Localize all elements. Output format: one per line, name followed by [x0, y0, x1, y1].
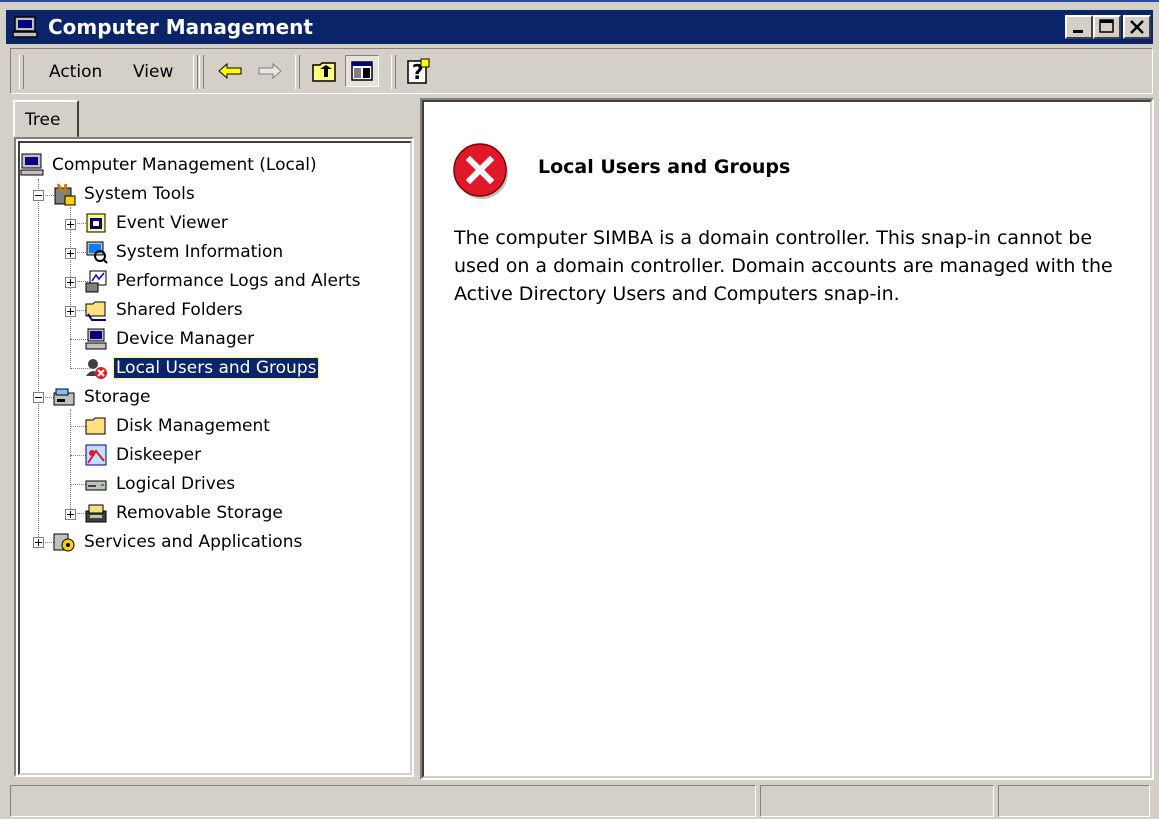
storage-icon	[52, 385, 76, 409]
status-bar-pane-3	[998, 785, 1150, 817]
toolbar-separator	[391, 55, 396, 89]
back-icon	[218, 62, 242, 80]
title-bar[interactable]: Computer Management	[6, 10, 1153, 44]
expand-toggle[interactable]	[65, 277, 76, 288]
drive-icon	[84, 472, 108, 496]
forward-button[interactable]	[253, 55, 287, 87]
diskeeper-icon	[84, 443, 108, 467]
tree-pane[interactable]: Computer Management (Local) System Tools…	[14, 137, 414, 777]
status-bar-pane-1	[10, 785, 756, 817]
toolbar-grip[interactable]	[19, 55, 24, 89]
expand-toggle[interactable]	[65, 248, 76, 259]
close-button[interactable]	[1123, 15, 1151, 39]
tab-tree[interactable]: Tree	[13, 100, 79, 138]
local-users-error-icon	[84, 356, 108, 380]
collapse-toggle[interactable]	[33, 392, 44, 403]
menu-action[interactable]: Action	[49, 62, 102, 82]
up-one-level-icon	[312, 62, 336, 82]
removable-storage-icon	[84, 501, 108, 525]
minimize-icon	[1073, 30, 1083, 33]
window-title: Computer Management	[48, 15, 313, 39]
status-bar-pane-2	[760, 785, 994, 817]
close-icon	[1130, 20, 1144, 34]
toolbar-separator	[199, 55, 204, 89]
expand-toggle[interactable]	[65, 306, 76, 317]
show-hide-tree-button[interactable]	[345, 55, 379, 87]
content-title: Local Users and Groups	[538, 156, 791, 178]
details-pane: Local Users and Groups The computer SIMB…	[420, 98, 1154, 780]
computer-icon	[12, 16, 38, 38]
forward-icon	[258, 62, 282, 80]
services-icon	[52, 530, 76, 554]
folder-icon	[84, 414, 108, 438]
maximize-button[interactable]	[1093, 15, 1121, 39]
collapse-toggle[interactable]	[33, 190, 44, 201]
event-viewer-icon	[84, 211, 108, 235]
up-one-level-button[interactable]	[307, 55, 341, 87]
maximize-icon	[1099, 19, 1114, 33]
system-information-icon	[84, 240, 108, 264]
device-manager-icon	[84, 327, 108, 351]
expand-toggle[interactable]	[65, 219, 76, 230]
performance-logs-icon	[84, 269, 108, 293]
expand-toggle[interactable]	[33, 537, 44, 548]
toolbar: Action View ?	[10, 48, 1153, 94]
toolbar-separator	[295, 55, 300, 89]
system-tools-icon	[52, 182, 76, 206]
expand-toggle[interactable]	[65, 509, 76, 520]
minimize-button[interactable]	[1065, 15, 1093, 39]
computer-icon	[20, 153, 44, 177]
error-icon	[452, 142, 512, 207]
shared-folders-icon	[84, 298, 108, 322]
back-button[interactable]	[213, 55, 247, 87]
console-tree: Computer Management (Local) System Tools…	[16, 139, 412, 775]
menu-view[interactable]: View	[133, 62, 173, 82]
show-hide-tree-icon	[351, 61, 373, 81]
error-message: The computer SIMBA is a domain controlle…	[454, 227, 1113, 305]
help-button[interactable]: ?	[401, 55, 435, 87]
help-icon: ?	[407, 58, 430, 84]
toolbar-grip[interactable]	[193, 55, 198, 89]
computer-management-window: Computer Management Action View ? Tree C…	[0, 0, 1159, 819]
